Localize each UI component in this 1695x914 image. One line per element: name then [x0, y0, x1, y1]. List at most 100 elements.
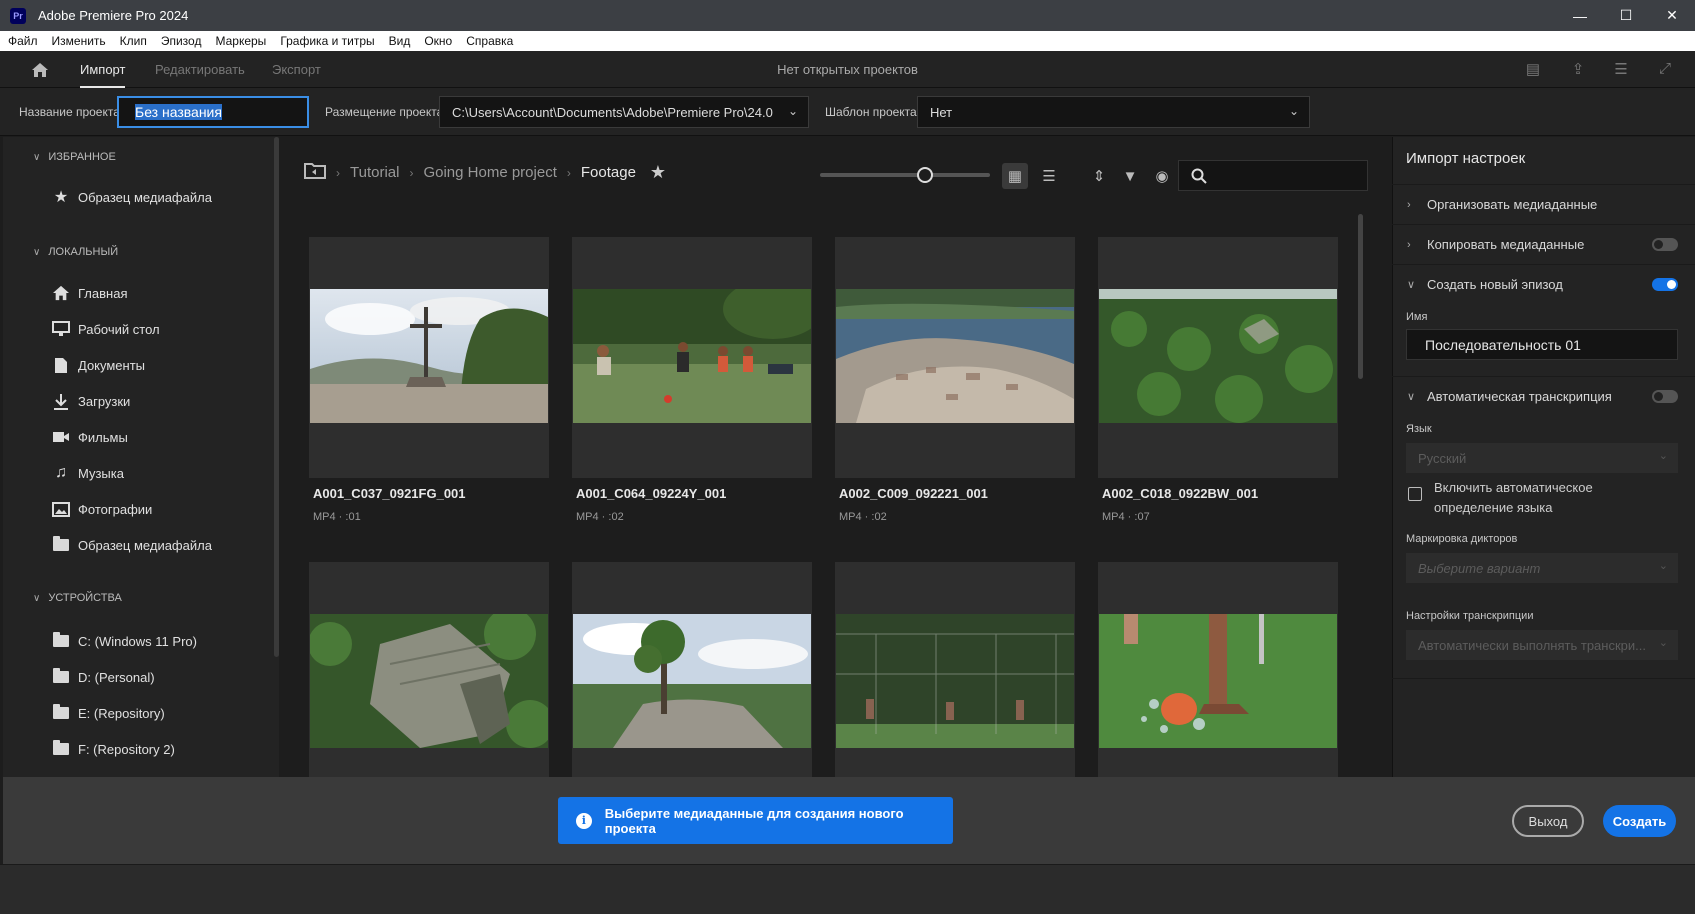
grid-view-icon[interactable]: ▦ — [1002, 163, 1028, 189]
media-card[interactable]: A001_C064_09224Y_001 MP4 · :02 — [572, 237, 812, 523]
tab-import[interactable]: Импорт — [80, 51, 126, 88]
sidebar-item-downloads[interactable]: Загрузки — [52, 392, 130, 410]
media-meta: MP4 · :02 — [839, 511, 887, 523]
menu-edit[interactable]: Изменить — [45, 34, 113, 48]
chevron-down-icon: ∨ — [33, 592, 41, 604]
search-input[interactable] — [1178, 160, 1368, 191]
list-view-icon[interactable]: ☰ — [1036, 163, 1062, 189]
sort-icon[interactable]: ⇕ — [1086, 163, 1112, 189]
project-location-dropdown[interactable]: C:\Users\Account\Documents\Adobe\Premier… — [439, 96, 809, 128]
media-card[interactable]: A002_C018_0922BW_001 MP4 · :07 — [1098, 237, 1338, 523]
sidebar-item-desktop[interactable]: Рабочий стол — [52, 320, 160, 338]
section-devices[interactable]: ∨ УСТРОЙСТВА — [33, 592, 122, 604]
chevron-down-icon: ⌄ — [1658, 450, 1668, 462]
import-settings-title: Импорт настроек — [1406, 150, 1526, 167]
media-card[interactable] — [572, 562, 812, 777]
home-icon[interactable] — [30, 60, 50, 80]
breadcrumb-going-home[interactable]: Going Home project — [423, 164, 556, 181]
folder-icon — [52, 536, 70, 554]
breadcrumb-footage[interactable]: Footage — [581, 164, 636, 181]
sidebar-item-drive-d[interactable]: D: (Personal) — [52, 668, 155, 686]
auto-transcription-toggle[interactable] — [1652, 390, 1678, 403]
sidebar-item-drive-c[interactable]: C: (Windows 11 Pro) — [52, 632, 197, 650]
auto-transcription-row[interactable]: ∨ Автоматическая транскрипция — [1392, 376, 1695, 416]
sidebar-item-movies[interactable]: Фильмы — [52, 428, 128, 446]
music-note-icon: ♫ — [55, 464, 67, 481]
media-grid-scrollbar[interactable] — [1358, 214, 1363, 379]
sidebar-item-music[interactable]: ♫ Музыка — [52, 464, 124, 482]
media-card[interactable]: A002_C009_092221_001 MP4 · :02 — [835, 237, 1075, 523]
favorite-star-icon[interactable]: ★ — [650, 162, 666, 183]
copy-media-row[interactable]: › Копировать медиаданные — [1392, 224, 1695, 264]
folder-icon — [52, 632, 70, 650]
menu-graphics[interactable]: Графика и титры — [273, 34, 381, 48]
media-meta: MP4 · :01 — [313, 511, 361, 523]
media-card[interactable] — [309, 562, 549, 777]
transcription-settings-dropdown[interactable]: Автоматически выполнять транскри... ⌄ — [1406, 630, 1678, 660]
thumbnail-size-slider-handle[interactable] — [917, 167, 933, 183]
media-card[interactable] — [1098, 562, 1338, 777]
maximize-button[interactable]: ☐ — [1603, 0, 1649, 31]
download-icon — [52, 392, 70, 410]
project-template-dropdown[interactable]: Нет ⌄ — [917, 96, 1310, 128]
breadcrumb-tutorial[interactable]: Tutorial — [350, 164, 399, 181]
new-sequence-toggle[interactable] — [1652, 278, 1678, 291]
sidebar-item-sample-media[interactable]: Образец медиафайла — [52, 536, 212, 554]
workspaces-menu-icon[interactable]: ☰ — [1612, 60, 1630, 78]
project-name-value: Без названия — [135, 104, 222, 120]
sequence-name-input[interactable]: Последовательность 01 — [1406, 329, 1678, 360]
menu-help[interactable]: Справка — [459, 34, 520, 48]
language-label: Язык — [1406, 423, 1432, 435]
section-local[interactable]: ∨ ЛОКАЛЬНЫЙ — [33, 246, 118, 258]
title-bar: Pr Adobe Premiere Pro 2024 — ☐ ✕ — [0, 0, 1695, 31]
fullscreen-icon[interactable]: ⤢ — [1656, 60, 1674, 78]
sidebar-item-home[interactable]: Главная — [52, 284, 127, 302]
menu-markers[interactable]: Маркеры — [208, 34, 273, 48]
chevron-down-icon: ∨ — [33, 151, 41, 163]
media-thumbnail — [1099, 289, 1337, 423]
sidebar-item-sample-media-favorite[interactable]: ★ Образец медиафайла — [52, 188, 212, 206]
filter-icon[interactable]: ▼ — [1117, 163, 1143, 189]
project-template-value: Нет — [930, 104, 953, 120]
media-card[interactable] — [835, 562, 1075, 777]
chevron-right-icon: › — [566, 165, 571, 180]
language-dropdown[interactable]: Русский ⌄ — [1406, 443, 1678, 473]
auto-detect-language-checkbox[interactable] — [1408, 487, 1422, 501]
menu-file[interactable]: Файл — [0, 34, 45, 48]
sidebar-item-drive-e[interactable]: E: (Repository) — [52, 704, 165, 722]
create-button[interactable]: Создать — [1603, 805, 1676, 837]
exit-button[interactable]: Выход — [1512, 805, 1584, 837]
new-sequence-row[interactable]: ∨ Создать новый эпизод — [1392, 264, 1695, 304]
menu-sequence[interactable]: Эпизод — [154, 34, 209, 48]
sidebar-item-drive-f[interactable]: F: (Repository 2) — [52, 740, 175, 758]
tab-export[interactable]: Экспорт — [272, 51, 321, 88]
home-icon — [52, 284, 70, 302]
sidebar-item-documents[interactable]: Документы — [52, 356, 145, 374]
quick-export-icon[interactable]: ▤ — [1524, 60, 1542, 78]
tab-edit[interactable]: Редактировать — [155, 51, 245, 88]
chevron-down-icon: ∨ — [1407, 391, 1416, 403]
organize-media-row[interactable]: › Организовать медиаданные — [1392, 184, 1695, 224]
chevron-down-icon: ⌄ — [1288, 104, 1299, 118]
chevron-down-icon: ⌄ — [787, 104, 798, 118]
chevron-down-icon: ∨ — [33, 246, 41, 258]
copy-media-toggle[interactable] — [1652, 238, 1678, 251]
share-icon[interactable]: ⇪ — [1569, 60, 1587, 78]
media-name: A002_C018_0922BW_001 — [1102, 486, 1259, 501]
preview-eye-icon[interactable]: ◉ — [1149, 163, 1175, 189]
speaker-labeling-dropdown[interactable]: Выберите вариант ⌄ — [1406, 553, 1678, 583]
thumbnail-size-slider[interactable] — [820, 173, 990, 177]
sidebar-item-photos[interactable]: Фотографии — [52, 500, 152, 518]
monitor-icon — [52, 320, 70, 338]
section-favorites[interactable]: ∨ ИЗБРАННОЕ — [33, 151, 116, 163]
media-thumbnail — [573, 614, 811, 748]
menu-view[interactable]: Вид — [382, 34, 418, 48]
folder-open-icon[interactable] — [304, 162, 326, 183]
auto-detect-language-label: Включить автоматическое определение язык… — [1434, 480, 1593, 515]
media-card[interactable]: A001_C037_0921FG_001 MP4 · :01 — [309, 237, 549, 523]
menu-window[interactable]: Окно — [417, 34, 459, 48]
project-name-input[interactable]: Без названия — [117, 96, 309, 128]
menu-clip[interactable]: Клип — [113, 34, 154, 48]
minimize-button[interactable]: — — [1557, 0, 1603, 31]
close-button[interactable]: ✕ — [1649, 0, 1695, 31]
